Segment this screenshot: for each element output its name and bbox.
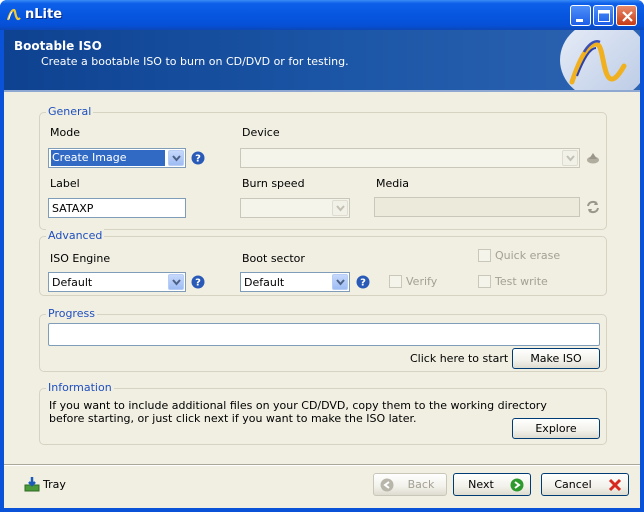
- chevron-down-icon: [172, 279, 181, 286]
- verify-checkbox[interactable]: Verify: [389, 275, 459, 289]
- boot-sector-help-icon[interactable]: ?: [356, 275, 370, 289]
- back-button-label: Back: [407, 478, 435, 491]
- nlite-logo-icon: [560, 30, 640, 90]
- page-subtitle: Create a bootable ISO to burn on CD/DVD …: [41, 55, 349, 68]
- iso-engine-label: ISO Engine: [50, 252, 111, 265]
- chevron-down-icon: [172, 155, 181, 162]
- svg-text:?: ?: [195, 154, 201, 165]
- close-button[interactable]: [616, 5, 637, 26]
- tray-label: Tray: [43, 478, 66, 491]
- media-label: Media: [376, 177, 410, 190]
- quick-erase-checkbox-label: Quick erase: [495, 249, 561, 262]
- device-dropdown-arrow[interactable]: [562, 150, 578, 166]
- nlite-window: nLite Bootable ISO Create a bootable ISO…: [0, 0, 644, 512]
- maximize-button[interactable]: [593, 5, 614, 26]
- information-text-line-1: If you want to include additional files …: [49, 399, 547, 412]
- progress-bar: [48, 323, 600, 346]
- explore-button[interactable]: Explore: [512, 418, 600, 439]
- label-field-label: Label: [50, 177, 80, 190]
- back-button[interactable]: Back: [373, 473, 447, 496]
- iso-engine-help-icon[interactable]: ?: [191, 275, 205, 289]
- eject-icon[interactable]: [585, 150, 601, 166]
- iso-engine-dropdown[interactable]: Default: [48, 272, 186, 292]
- minimize-icon: [576, 19, 583, 22]
- back-arrow-icon: [380, 478, 394, 492]
- explore-button-label: Explore: [535, 422, 577, 435]
- test-write-checkbox[interactable]: Test write: [478, 275, 568, 289]
- quick-erase-checkbox[interactable]: Quick erase: [478, 249, 568, 263]
- next-arrow-icon: [510, 478, 524, 492]
- burn-speed-dropdown[interactable]: [240, 198, 350, 218]
- general-group-label: General: [46, 105, 94, 118]
- quick-erase-checkbox-box[interactable]: [478, 249, 491, 262]
- advanced-group-label: Advanced: [46, 229, 105, 242]
- burn-speed-label: Burn speed: [242, 177, 305, 190]
- progress-group: Progress Click here to start -> Make ISO: [39, 307, 607, 372]
- next-button-label: Next: [468, 478, 494, 491]
- page-header: Bootable ISO Create a bootable ISO to bu…: [4, 30, 640, 90]
- svg-text:?: ?: [360, 278, 366, 289]
- window-title: nLite: [25, 7, 63, 22]
- title-bar[interactable]: nLite: [0, 0, 644, 30]
- information-text-line-2: before starting, or just click next if y…: [49, 412, 417, 425]
- svg-text:?: ?: [195, 278, 201, 289]
- label-input-value: SATAXP: [52, 202, 94, 215]
- mode-label: Mode: [50, 126, 80, 139]
- cancel-button[interactable]: Cancel: [541, 473, 629, 496]
- media-field: [374, 197, 580, 217]
- dialog-client-area: Bootable ISO Create a bootable ISO to bu…: [4, 30, 640, 508]
- next-button[interactable]: Next: [453, 473, 531, 496]
- maximize-icon: [598, 10, 610, 22]
- verify-checkbox-box[interactable]: [389, 275, 402, 288]
- progress-start-hint: Click here to start ->: [410, 352, 525, 365]
- chevron-down-icon: [336, 279, 345, 286]
- tray-icon: [24, 477, 40, 492]
- boot-sector-dropdown[interactable]: Default: [240, 272, 350, 292]
- chevron-down-icon: [566, 155, 575, 162]
- device-label: Device: [242, 126, 280, 139]
- header-divider: [4, 90, 640, 92]
- boot-sector-value: Default: [244, 276, 285, 289]
- make-iso-button-label: Make ISO: [530, 352, 582, 365]
- information-group-label: Information: [46, 381, 114, 394]
- information-group: Information If you want to include addit…: [39, 381, 607, 445]
- mode-dropdown[interactable]: Create Image: [48, 148, 186, 168]
- close-icon: [622, 11, 633, 22]
- test-write-checkbox-box[interactable]: [478, 275, 491, 288]
- advanced-group: Advanced ISO Engine Default ? Boot secto…: [39, 229, 607, 296]
- iso-engine-value: Default: [52, 276, 93, 289]
- mode-help-icon[interactable]: ?: [191, 151, 205, 165]
- iso-engine-dropdown-arrow[interactable]: [168, 274, 184, 290]
- burn-speed-dropdown-arrow[interactable]: [332, 200, 348, 216]
- refresh-icon[interactable]: [585, 199, 601, 215]
- footer-divider-highlight: [4, 465, 640, 466]
- progress-group-label: Progress: [46, 307, 97, 320]
- general-group: General Mode Create Image ? Device Label…: [39, 105, 607, 230]
- mode-dropdown-arrow[interactable]: [168, 150, 184, 166]
- cancel-button-label: Cancel: [554, 478, 592, 491]
- device-dropdown[interactable]: [240, 148, 580, 168]
- minimize-button[interactable]: [570, 5, 591, 26]
- boot-sector-dropdown-arrow[interactable]: [332, 274, 348, 290]
- chevron-down-icon: [336, 205, 345, 212]
- label-input[interactable]: SATAXP: [48, 198, 186, 218]
- tray-button[interactable]: Tray: [24, 476, 84, 494]
- boot-sector-label: Boot sector: [242, 252, 305, 265]
- nlite-app-icon: [6, 8, 21, 21]
- test-write-checkbox-label: Test write: [495, 275, 548, 288]
- cancel-x-icon: [608, 478, 622, 492]
- page-title: Bootable ISO: [14, 39, 102, 53]
- make-iso-button[interactable]: Make ISO: [512, 348, 600, 369]
- mode-selected-value: Create Image: [51, 150, 165, 166]
- verify-checkbox-label: Verify: [406, 275, 438, 288]
